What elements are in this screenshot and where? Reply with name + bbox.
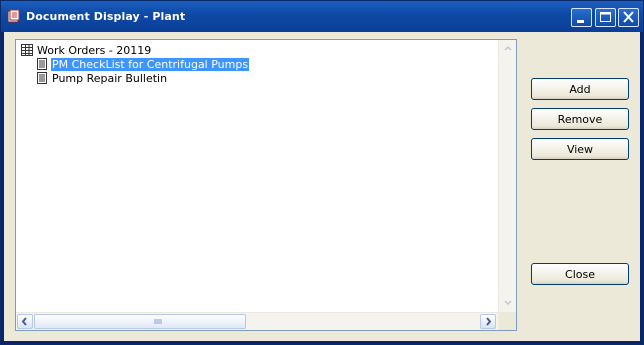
- scroll-left-button[interactable]: [17, 314, 33, 329]
- tree-item-label: PM CheckList for Centrifugal Pumps: [51, 57, 250, 71]
- tree-item-work-orders[interactable]: Work Orders - 20119: [21, 43, 152, 57]
- grip-icon: [154, 319, 162, 324]
- app-icon: [7, 9, 20, 23]
- dialog-body: Work Orders - 20119 PM CheckList for Cen…: [4, 32, 640, 341]
- scroll-right-icon: [486, 317, 492, 326]
- window-title: Document Display - Plant: [26, 10, 186, 23]
- horizontal-scroll-thumb[interactable]: [34, 314, 246, 329]
- remove-button[interactable]: Remove: [531, 108, 629, 130]
- view-button[interactable]: View: [531, 138, 629, 160]
- document-tree[interactable]: Work Orders - 20119 PM CheckList for Cen…: [16, 40, 498, 312]
- tree-item-label: Work Orders - 20119: [37, 43, 152, 57]
- document-display-window: Document Display - Plant Work Orders - 2…: [0, 0, 644, 345]
- scroll-down-icon[interactable]: [500, 295, 516, 310]
- maximize-icon: [600, 12, 611, 22]
- maximize-button[interactable]: [595, 8, 616, 27]
- close-icon: [623, 11, 634, 23]
- document-tree-panel: Work Orders - 20119 PM CheckList for Cen…: [15, 39, 517, 331]
- minimize-button[interactable]: [571, 8, 592, 27]
- document-icon: [37, 72, 47, 84]
- scroll-corner: [498, 312, 516, 330]
- tree-item-label: Pump Repair Bulletin: [52, 71, 168, 85]
- document-icon: [37, 58, 47, 70]
- horizontal-scrollbar[interactable]: [16, 312, 498, 330]
- scroll-up-icon[interactable]: [500, 41, 516, 56]
- close-button[interactable]: Close: [531, 263, 629, 285]
- add-button[interactable]: Add: [531, 78, 629, 100]
- scroll-left-icon: [21, 317, 27, 326]
- title-bar[interactable]: Document Display - Plant: [1, 1, 643, 32]
- table-icon: [21, 44, 33, 56]
- vertical-scrollbar[interactable]: [498, 40, 516, 312]
- scroll-right-button[interactable]: [480, 314, 496, 329]
- minimize-icon: [577, 20, 584, 23]
- tree-item-pm-checklist[interactable]: PM CheckList for Centrifugal Pumps: [36, 57, 250, 71]
- close-window-button[interactable]: [618, 8, 639, 27]
- tree-item-pump-repair[interactable]: Pump Repair Bulletin: [36, 71, 168, 85]
